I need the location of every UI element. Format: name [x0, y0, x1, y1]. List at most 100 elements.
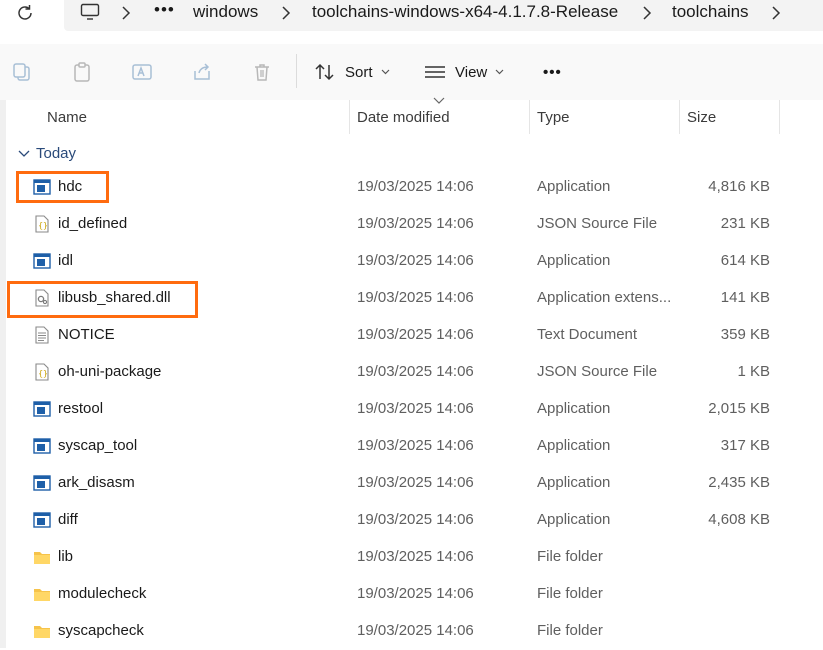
rename-icon[interactable]	[131, 61, 153, 83]
json-file-icon: {}	[33, 215, 51, 233]
more-options-button[interactable]: •••	[543, 58, 562, 86]
file-date-modified: 19/03/2025 14:06	[357, 252, 474, 269]
svg-text:{}: {}	[38, 369, 48, 378]
svg-text:{}: {}	[38, 221, 48, 230]
file-name: NOTICE	[58, 326, 115, 343]
file-date-modified: 19/03/2025 14:06	[357, 289, 474, 306]
refresh-icon[interactable]	[14, 2, 36, 24]
breadcrumb-item-release[interactable]: toolchains-windows-x64-4.1.7.8-Release	[312, 2, 618, 22]
file-type: File folder	[537, 585, 603, 602]
column-type[interactable]: Type	[537, 109, 570, 126]
file-size: 317 KB	[720, 437, 770, 454]
file-date-modified: 19/03/2025 14:06	[357, 326, 474, 343]
file-row[interactable]: hdc 19/03/2025 14:06 Application 4,816 KB	[0, 169, 823, 206]
file-type: JSON Source File	[537, 215, 658, 232]
file-type: Application	[537, 252, 611, 269]
text-file-icon	[33, 326, 51, 344]
chevron-right-icon[interactable]	[641, 5, 653, 21]
breadcrumb-item-toolchains[interactable]: toolchains	[672, 2, 749, 22]
file-size: 231 KB	[720, 215, 770, 232]
file-date-modified: 19/03/2025 14:06	[357, 622, 474, 639]
column-size[interactable]: Size	[687, 109, 716, 126]
file-type: Application	[537, 474, 611, 491]
file-type: JSON Source File	[537, 363, 658, 380]
file-type: Application extens...	[537, 289, 672, 306]
file-row[interactable]: diff 19/03/2025 14:06 Application 4,608 KB	[0, 502, 823, 539]
application-icon	[33, 511, 51, 529]
command-bar: Sort View •••	[0, 44, 823, 101]
file-row[interactable]: restool 19/03/2025 14:06 Application 2,015 …	[0, 391, 823, 428]
view-icon	[425, 66, 445, 78]
chevron-right-icon[interactable]	[280, 5, 292, 21]
file-size: 359 KB	[720, 326, 770, 343]
paste-icon[interactable]	[71, 61, 93, 83]
file-row[interactable]: syscap_tool 19/03/2025 14:06 Application 31…	[0, 428, 823, 465]
file-row[interactable]: modulecheck 19/03/2025 14:06 File folder	[0, 576, 823, 613]
file-name: modulecheck	[58, 585, 147, 602]
application-icon	[33, 437, 51, 455]
folder-icon	[33, 548, 51, 566]
file-row[interactable]: {} id_defined 19/03/2025 14:06 JSON Source …	[0, 206, 823, 243]
file-type: Application	[537, 437, 611, 454]
file-name: diff	[58, 511, 78, 528]
column-divider[interactable]	[349, 100, 350, 134]
chevron-down-icon	[18, 150, 30, 157]
address-bar: ••• windows toolchains-windows-x64-4.1.7…	[0, 0, 823, 44]
sort-icon	[315, 63, 334, 81]
group-label: Today	[36, 145, 77, 162]
view-label: View	[455, 63, 488, 81]
file-date-modified: 19/03/2025 14:06	[357, 400, 474, 417]
chevron-down-icon	[381, 69, 389, 75]
breadcrumb[interactable]: ••• windows toolchains-windows-x64-4.1.7…	[64, 0, 823, 31]
file-size: 141 KB	[720, 289, 770, 306]
file-type: Application	[537, 400, 611, 417]
highlight-box	[16, 171, 109, 203]
file-name: syscapcheck	[58, 622, 144, 639]
file-date-modified: 19/03/2025 14:06	[357, 178, 474, 195]
sort-label: Sort	[345, 63, 373, 81]
file-name: idl	[58, 252, 74, 269]
file-row[interactable]: ark_disasm 19/03/2025 14:06 Application 2,4…	[0, 465, 823, 502]
column-header: Name Date modified Type Size	[0, 97, 823, 134]
sort-button[interactable]: Sort	[314, 58, 390, 86]
file-date-modified: 19/03/2025 14:06	[357, 437, 474, 454]
json-file-icon: {}	[33, 363, 51, 381]
file-date-modified: 19/03/2025 14:06	[357, 585, 474, 602]
folder-icon	[33, 585, 51, 603]
delete-icon[interactable]	[251, 61, 273, 83]
column-date-modified[interactable]: Date modified	[357, 109, 450, 126]
file-row[interactable]: {} oh-uni-package 19/03/2025 14:06 JSON Sou…	[0, 354, 823, 391]
breadcrumb-item-windows[interactable]: windows	[193, 2, 258, 22]
column-divider[interactable]	[529, 100, 530, 134]
highlight-box	[7, 281, 198, 318]
share-icon[interactable]	[191, 61, 213, 83]
application-icon	[33, 252, 51, 270]
application-icon	[33, 474, 51, 492]
group-header-today[interactable]: Today	[18, 145, 76, 162]
column-divider[interactable]	[679, 100, 680, 134]
file-type: Text Document	[537, 326, 638, 343]
file-name: restool	[58, 400, 104, 417]
toolbar-divider	[296, 54, 297, 88]
column-name[interactable]: Name	[47, 109, 87, 126]
file-type: Application	[537, 178, 611, 195]
file-row[interactable]: NOTICE 19/03/2025 14:06 Text Document 359 K…	[0, 317, 823, 354]
file-date-modified: 19/03/2025 14:06	[357, 511, 474, 528]
chevron-right-icon[interactable]	[120, 5, 132, 21]
file-size: 1 KB	[737, 363, 770, 380]
column-divider[interactable]	[779, 100, 780, 134]
file-type: File folder	[537, 622, 603, 639]
view-button[interactable]: View	[424, 58, 504, 86]
file-date-modified: 19/03/2025 14:06	[357, 548, 474, 565]
file-name: ark_disasm	[58, 474, 135, 491]
file-row[interactable]: lib 19/03/2025 14:06 File folder	[0, 539, 823, 576]
file-name: syscap_tool	[58, 437, 138, 454]
breadcrumb-overflow[interactable]: •••	[154, 0, 175, 20]
file-type: File folder	[537, 548, 603, 565]
computer-icon[interactable]	[80, 3, 100, 21]
copy-icon[interactable]	[11, 61, 33, 83]
chevron-right-icon[interactable]	[770, 5, 782, 21]
file-row[interactable]: syscapcheck 19/03/2025 14:06 File folder	[0, 613, 823, 650]
file-row[interactable]: idl 19/03/2025 14:06 Application 614 KB	[0, 243, 823, 280]
file-date-modified: 19/03/2025 14:06	[357, 474, 474, 491]
